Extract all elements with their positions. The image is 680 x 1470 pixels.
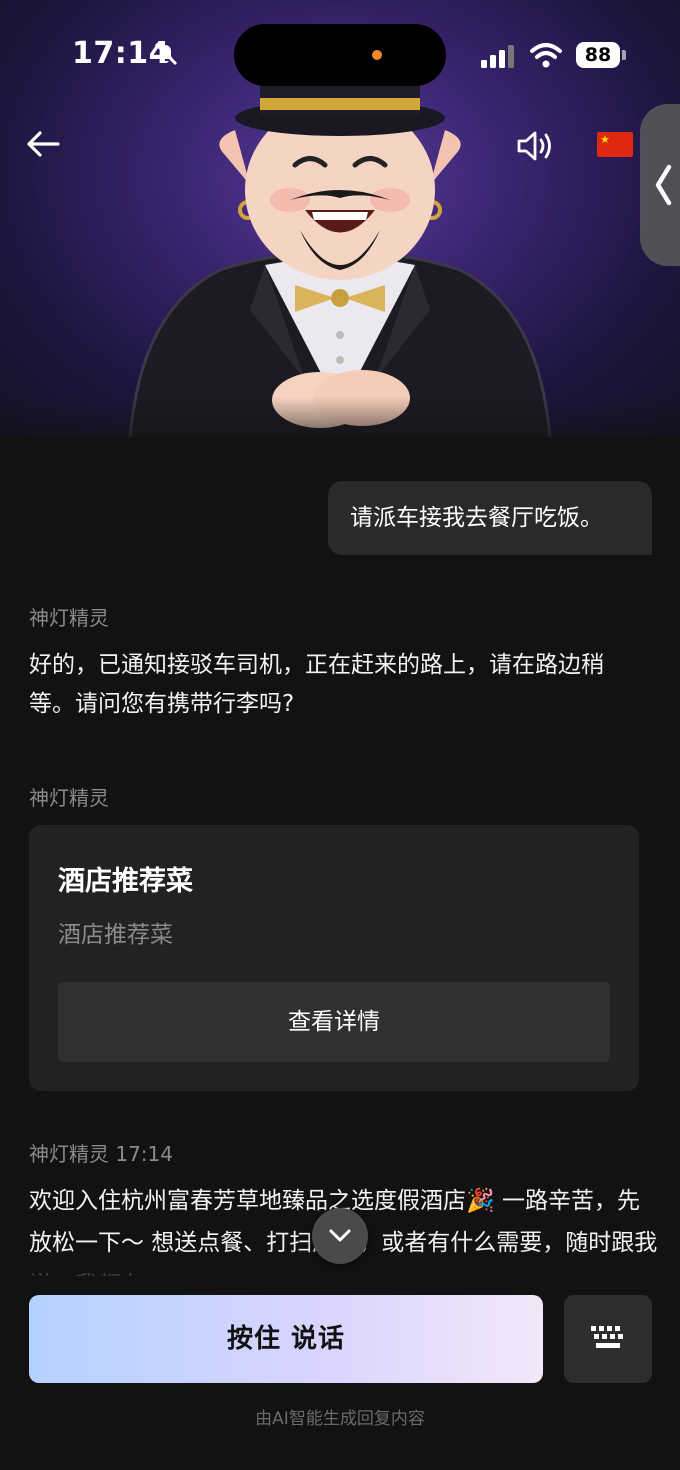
battery-tip (622, 50, 626, 60)
cellular-signal-icon (481, 45, 514, 68)
bell-muted-icon (154, 42, 178, 66)
side-panel-toggle[interactable] (640, 104, 680, 266)
keyboard-icon (591, 1326, 623, 1348)
scroll-to-bottom-button[interactable] (312, 1208, 368, 1264)
keyboard-toggle-button[interactable] (564, 1295, 652, 1383)
status-bar: 17:14 88 (0, 0, 680, 108)
china-flag-icon[interactable]: ★ (597, 132, 633, 157)
hold-to-talk-button[interactable]: 按住 说话 (29, 1295, 543, 1383)
card-sender-name: 神灯精灵 (29, 786, 109, 810)
user-message-bubble: 请派车接我去餐厅吃饭。 (328, 481, 652, 555)
battery-indicator: 88 (576, 42, 620, 68)
character-banner: 17:14 88 ★ (0, 0, 680, 437)
wifi-icon (530, 43, 562, 68)
chevron-down-icon (329, 1229, 351, 1242)
card-subtitle: 酒店推荐菜 (58, 922, 173, 948)
genie-character-illustration (128, 80, 552, 437)
last-message-sender: 神灯精灵 17:14 (29, 1142, 173, 1166)
bot-reply-text: 好的，已通知接驳车司机，正在赶来的路上，请在路边稍等。请问您有携带行李吗? (29, 652, 604, 717)
camera-indicator (372, 50, 382, 60)
card-title: 酒店推荐菜 (58, 866, 193, 897)
recommendation-card: 酒店推荐菜 酒店推荐菜 查看详情 (29, 825, 639, 1091)
view-details-button[interactable]: 查看详情 (58, 982, 610, 1062)
dynamic-island (234, 24, 446, 86)
hero-fade (0, 397, 680, 437)
bot-sender-name: 神灯精灵 (29, 606, 109, 630)
chevron-left-icon (655, 164, 672, 206)
arrow-left-icon[interactable] (24, 124, 64, 164)
ai-disclaimer: 由AI智能生成回复内容 (255, 1409, 425, 1429)
flag-star-icon: ★ (600, 133, 610, 146)
speaker-icon[interactable] (514, 126, 554, 166)
